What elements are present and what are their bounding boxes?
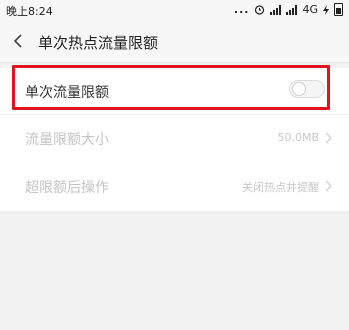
- battery-icon: [334, 3, 343, 16]
- highlight-box: [12, 65, 330, 110]
- status-time: 晚上8:24: [6, 5, 53, 18]
- back-arrow-icon[interactable]: [10, 32, 28, 50]
- alarm-clock-icon: [255, 5, 265, 15]
- signal-2-icon: [286, 4, 298, 15]
- over-limit-action-row[interactable]: 超限额后操作 关闭热点并提醒: [0, 163, 349, 211]
- header-bar: 单次热点流量限额: [0, 20, 349, 63]
- signal-1-icon: [270, 4, 282, 15]
- charging-icon: [323, 4, 329, 15]
- page-title: 单次热点流量限额: [38, 34, 159, 52]
- over-limit-action-value: 关闭热点并提醒: [242, 181, 319, 194]
- limit-size-row[interactable]: 流量限额大小 50.0MB: [0, 115, 349, 163]
- over-limit-action-label: 超限额后操作: [25, 180, 109, 196]
- limit-size-label: 流量限额大小: [25, 132, 109, 148]
- network-type: 4G: [302, 3, 318, 16]
- status-bar: 晚上8:24 ... 4G: [0, 0, 349, 20]
- chevron-right-icon: [325, 132, 332, 144]
- notification-dots-icon: ...: [233, 3, 250, 16]
- limit-size-value: 50.0MB: [277, 131, 319, 144]
- list-bottom-divider: [0, 212, 349, 213]
- chevron-right-icon: [325, 180, 332, 192]
- status-icons: ... 4G: [234, 3, 343, 16]
